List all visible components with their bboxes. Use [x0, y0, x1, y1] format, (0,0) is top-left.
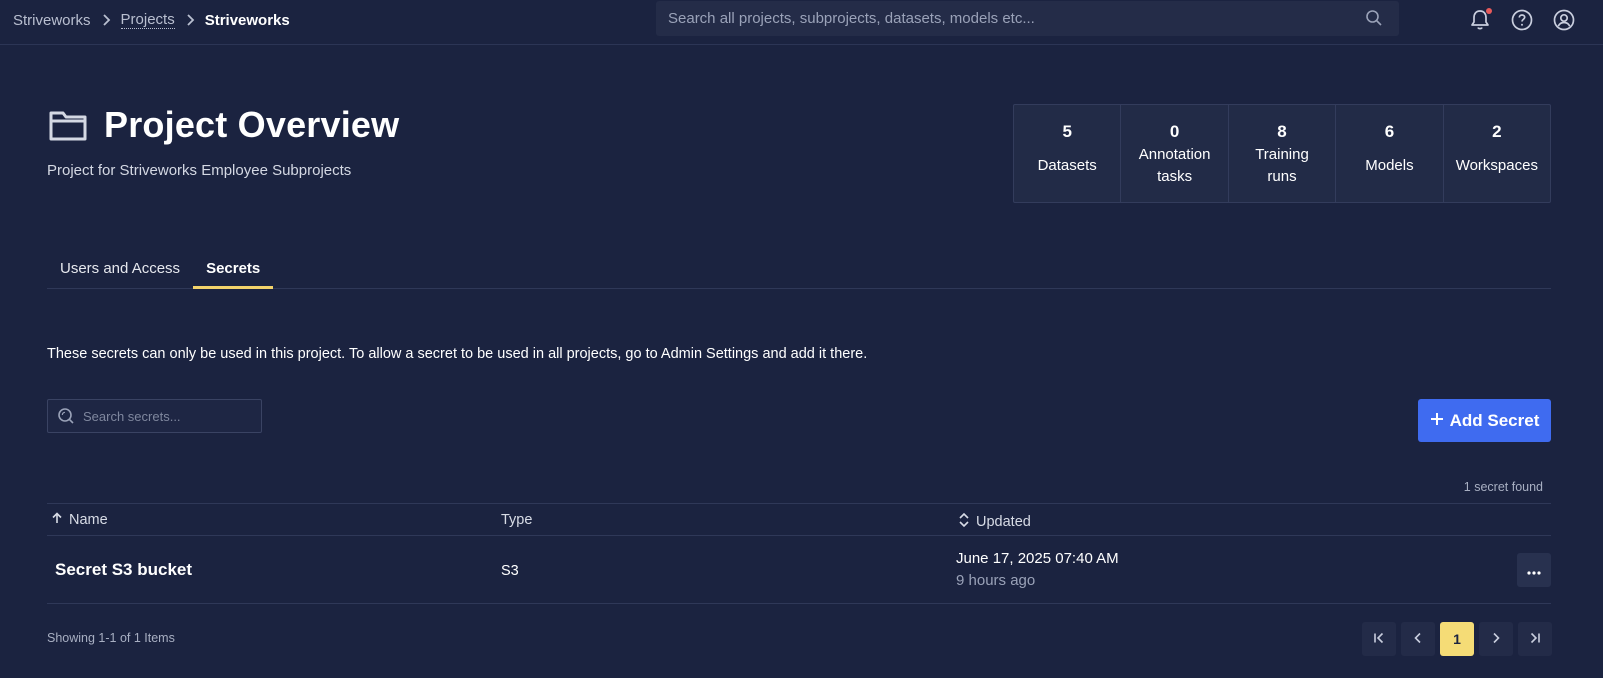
row-actions-button[interactable]	[1517, 553, 1551, 587]
stat-value: 5	[1062, 122, 1072, 141]
column-header-name[interactable]: Name	[51, 512, 108, 528]
updated-relative: 9 hours ago	[956, 572, 1036, 589]
pagination: 1	[1362, 622, 1552, 656]
stat-value: 8	[1277, 122, 1287, 141]
breadcrumb: Striveworks Projects Striveworks	[13, 11, 290, 29]
stat-label: Workspaces	[1455, 157, 1538, 174]
plus-icon	[1430, 411, 1444, 431]
tab-users-and-access[interactable]: Users and Access	[47, 254, 193, 289]
secret-name[interactable]: Secret S3 bucket	[55, 560, 192, 580]
help-icon[interactable]	[1510, 8, 1534, 32]
secret-updated: June 17, 2025 07:40 AM 9 hours ago	[956, 550, 1119, 589]
stat-datasets[interactable]: 5 Datasets	[1014, 105, 1122, 202]
pagination-summary: Showing 1-1 of 1 Items	[47, 631, 175, 645]
more-options-icon	[1527, 562, 1541, 578]
stat-value: 6	[1384, 122, 1395, 141]
next-page-button[interactable]	[1479, 622, 1513, 656]
first-page-button[interactable]	[1362, 622, 1396, 656]
project-tabs: Users and Access Secrets	[47, 254, 1551, 289]
secret-search	[47, 399, 262, 433]
table-header: Name Type Updated	[47, 503, 1551, 536]
chevron-right-icon	[175, 14, 205, 26]
previous-page-button[interactable]	[1401, 622, 1435, 656]
stat-workspaces[interactable]: 2 Workspaces	[1444, 105, 1550, 202]
project-stats: 5 Datasets 0 Annotation tasks 8 Training…	[1013, 104, 1551, 203]
result-count: 1 secret found	[1463, 480, 1543, 494]
breadcrumb-item-root[interactable]: Striveworks	[13, 12, 91, 29]
page-button-current[interactable]: 1	[1440, 622, 1474, 656]
stat-label: Annotation tasks	[1138, 146, 1211, 185]
secret-type: S3	[501, 563, 519, 579]
stat-label: Models	[1365, 157, 1414, 174]
page-title: Project Overview	[104, 104, 400, 145]
add-secret-label: Add Secret	[1449, 410, 1540, 430]
secrets-table: Name Type Updated Secret S3 bucket S3 Ju…	[47, 503, 1551, 604]
first-page-icon	[1373, 631, 1385, 647]
page-subtitle: Project for Striveworks Employee Subproj…	[47, 162, 352, 179]
chevron-left-icon	[1413, 631, 1423, 647]
updated-date: June 17, 2025 07:40 AM	[956, 550, 1119, 567]
global-search-input[interactable]	[656, 10, 1399, 27]
search-icon	[57, 407, 75, 425]
chevron-right-icon	[1491, 631, 1501, 647]
secrets-info-text: These secrets can only be used in this p…	[47, 346, 868, 362]
column-label: Type	[501, 512, 533, 528]
top-bar: Striveworks Projects Striveworks	[0, 0, 1603, 45]
last-page-button[interactable]	[1518, 622, 1552, 656]
bell-icon[interactable]	[1468, 8, 1492, 32]
table-row[interactable]: Secret S3 bucket S3 June 17, 2025 07:40 …	[47, 536, 1551, 604]
breadcrumb-item-projects[interactable]: Projects	[120, 11, 175, 29]
top-actions	[1468, 8, 1576, 32]
stat-label: Training runs	[1255, 146, 1309, 185]
search-icon[interactable]	[1365, 9, 1383, 27]
secret-search-input[interactable]	[83, 408, 243, 424]
sort-ascending-icon	[51, 512, 63, 528]
global-search	[656, 1, 1399, 36]
chevron-right-icon	[91, 14, 121, 26]
stat-value: 2	[1492, 122, 1502, 141]
stat-label: Datasets	[1037, 157, 1097, 174]
last-page-icon	[1529, 631, 1541, 647]
stat-training-runs[interactable]: 8 Training runs	[1229, 105, 1337, 202]
column-header-updated[interactable]: Updated	[958, 512, 1031, 532]
breadcrumb-item-current: Striveworks	[204, 11, 290, 29]
tab-secrets[interactable]: Secrets	[193, 254, 274, 289]
user-account-icon[interactable]	[1552, 8, 1576, 32]
stat-value: 0	[1169, 122, 1180, 141]
add-secret-button[interactable]: Add Secret	[1418, 399, 1551, 442]
stat-annotation-tasks[interactable]: 0 Annotation tasks	[1121, 105, 1229, 202]
folder-icon	[48, 108, 88, 142]
column-label: Name	[69, 512, 108, 528]
column-header-type[interactable]: Type	[501, 512, 532, 528]
stat-models[interactable]: 6 Models	[1336, 105, 1444, 202]
sort-toggle-icon	[958, 512, 970, 532]
notification-badge	[1486, 8, 1492, 14]
column-label: Updated	[976, 514, 1031, 530]
